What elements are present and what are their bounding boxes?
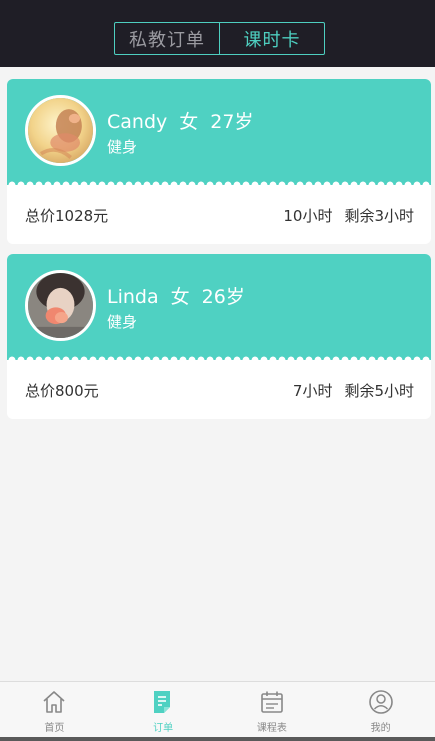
member-name: Linda [107, 286, 159, 308]
tab-private-orders[interactable]: 私教订单 [115, 23, 220, 54]
tab-orders[interactable]: 订单 [109, 682, 218, 737]
profile-icon [368, 690, 393, 714]
tab-schedule[interactable]: 课程表 [218, 682, 327, 737]
course-category: 健身 [107, 138, 138, 156]
class-card[interactable]: Candy 女 27岁 健身 总价1028元 10小时 剩余3小时 [7, 79, 431, 244]
hours-info: 10小时 剩余3小时 [283, 205, 414, 226]
avatar [25, 270, 96, 341]
bottom-edge [0, 737, 435, 741]
hours-info: 7小时 剩余5小时 [293, 380, 414, 401]
member-name: Candy [107, 111, 168, 133]
tab-label: 订单 [153, 723, 174, 734]
order-icon [154, 691, 171, 713]
member-info: Linda 女 26岁 [107, 282, 257, 309]
member-age: 27岁 [210, 111, 254, 133]
tab-label: 首页 [44, 723, 65, 734]
member-gender: 女 [179, 111, 199, 133]
tab-profile[interactable]: 我的 [326, 682, 435, 737]
tab-label: 我的 [370, 723, 391, 734]
card-scallop-edge [7, 355, 431, 365]
home-icon [43, 691, 65, 713]
tab-label: 课程表 [256, 723, 287, 734]
total-hours: 10小时 [283, 207, 333, 225]
course-category: 健身 [107, 313, 138, 331]
calendar-icon [261, 691, 283, 713]
member-age: 26岁 [201, 286, 245, 308]
remaining-hours: 剩余5小时 [344, 382, 414, 400]
total-price: 总价1028元 [25, 207, 109, 225]
avatar [25, 95, 96, 166]
remaining-hours: 剩余3小时 [344, 207, 414, 225]
class-card[interactable]: Linda 女 26岁 健身 总价800元 7小时 剩余5小时 [7, 254, 431, 419]
tab-home[interactable]: 首页 [0, 682, 109, 737]
total-hours: 7小时 [292, 382, 333, 400]
total-price: 总价800元 [25, 382, 99, 400]
member-gender: 女 [170, 286, 190, 308]
segmented-control: 私教订单 课时卡 [114, 22, 325, 55]
card-scallop-edge [7, 180, 431, 190]
bottom-tab-bar: 首页 订单 课程表 我的 [0, 681, 435, 737]
top-bar: 私教订单 课时卡 [0, 0, 435, 67]
tab-class-hour-card[interactable]: 课时卡 [220, 23, 324, 54]
member-info: Candy 女 27岁 [107, 107, 265, 134]
